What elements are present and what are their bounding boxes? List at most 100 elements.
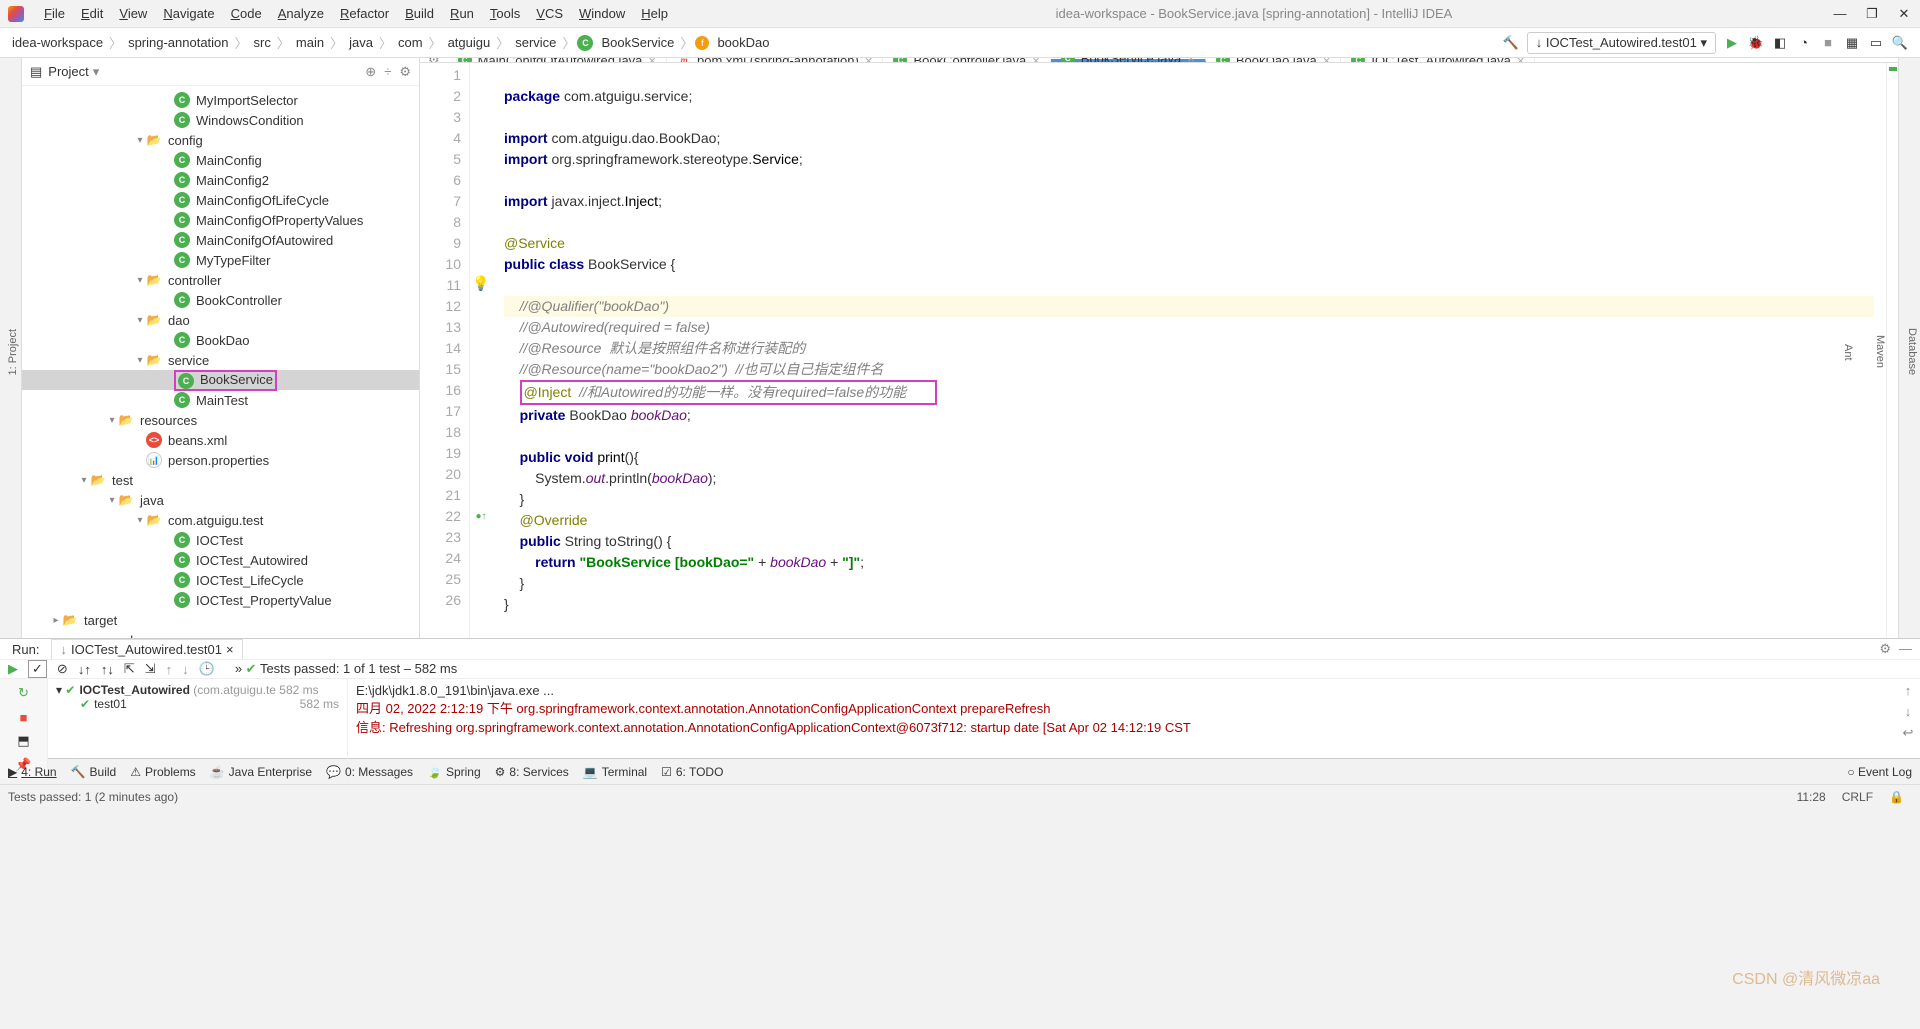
gear-icon[interactable]: ⚙ (399, 64, 411, 80)
bottom-tab[interactable]: ☑ 6: TODO (661, 765, 723, 779)
tree-item[interactable]: CIOCTest_LifeCycle (22, 570, 419, 590)
collapse2-icon[interactable]: ⇲ (145, 661, 156, 677)
reader-icon[interactable]: ▭ (1866, 33, 1886, 53)
rerun-icon[interactable]: ▶ (8, 661, 18, 677)
history-icon[interactable]: 🕒 (199, 661, 215, 677)
menu-vcs[interactable]: VCS (528, 6, 571, 21)
tree-item[interactable]: CMainTest (22, 390, 419, 410)
tree-item[interactable]: ▾service (22, 350, 419, 370)
menu-view[interactable]: View (111, 6, 155, 21)
tree-item[interactable]: CWindowsCondition (22, 110, 419, 130)
tree-item[interactable]: CIOCTest (22, 530, 419, 550)
tree-item[interactable]: CMainConfigOfLifeCycle (22, 190, 419, 210)
editor-tab[interactable]: CBookService.java× (1051, 58, 1206, 62)
soft-wrap-icon[interactable]: ↩ (1903, 725, 1914, 741)
coverage-icon[interactable]: ◧ (1770, 33, 1790, 53)
tab-database[interactable]: Database (1904, 322, 1920, 381)
stop-icon[interactable]: ■ (1818, 33, 1838, 53)
tree-item[interactable]: CMainConfig2 (22, 170, 419, 190)
bottom-tab[interactable]: ⚠ Problems (130, 765, 195, 779)
editor-tab[interactable]: CMainConifgOfAutowired.java× (448, 58, 667, 62)
show-passed-icon[interactable]: ⊘ (57, 661, 68, 677)
scroll-down-icon[interactable]: ↓ (1905, 704, 1912, 719)
breadcrumb-item[interactable]: java (345, 35, 377, 50)
tab-project[interactable]: 1: Project (5, 323, 21, 381)
tree-item[interactable]: CMainConfigOfPropertyValues (22, 210, 419, 230)
project-tree[interactable]: CMyImportSelectorCWindowsCondition▾confi… (22, 86, 419, 638)
toggle-auto-icon[interactable]: ✓ (28, 660, 47, 678)
profile-icon[interactable]: ◔ (1794, 33, 1814, 53)
close-icon[interactable]: ✕ (1896, 6, 1912, 22)
scroll-up-icon[interactable]: ↑ (1905, 683, 1912, 698)
menu-edit[interactable]: Edit (73, 6, 111, 21)
sort-icon[interactable]: ↓↑ (78, 662, 91, 677)
bulb-icon[interactable]: 💡 (472, 275, 489, 291)
tab-gear-icon[interactable]: ⚙ (420, 58, 448, 62)
run-icon[interactable]: ▶ (1722, 33, 1742, 53)
minimize-icon[interactable]: — (1832, 6, 1848, 22)
breadcrumb-item[interactable]: idea-workspace (8, 35, 107, 50)
collapse-icon[interactable]: ÷ (384, 64, 391, 80)
next-icon[interactable]: ↓ (182, 662, 189, 677)
menu-file[interactable]: File (36, 6, 73, 21)
dump-icon[interactable]: ⬒ (14, 731, 34, 751)
run-gear-icon[interactable]: ⚙ (1879, 641, 1891, 657)
breadcrumb-item[interactable]: com (394, 35, 427, 50)
close-icon[interactable]: × (226, 642, 234, 657)
rerun2-icon[interactable]: ↻ (14, 683, 34, 703)
editor-tab[interactable]: CBookDao.java× (1206, 58, 1342, 62)
run-hide-icon[interactable]: — (1899, 641, 1912, 657)
stop2-icon[interactable]: ■ (14, 707, 34, 727)
tree-item[interactable]: ▾controller (22, 270, 419, 290)
bottom-tab[interactable]: 🍃 Spring (427, 765, 481, 779)
menu-build[interactable]: Build (397, 6, 442, 21)
layout-icon[interactable]: ▦ (1842, 33, 1862, 53)
expand-icon[interactable]: ⇱ (124, 661, 135, 677)
tree-item[interactable]: CBookDao (22, 330, 419, 350)
tree-item[interactable]: ▾test (22, 470, 419, 490)
sort2-icon[interactable]: ↑↓ (101, 662, 114, 677)
menu-navigate[interactable]: Navigate (155, 6, 222, 21)
tree-item[interactable]: CIOCTest_Autowired (22, 550, 419, 570)
tree-item[interactable]: ▾resources (22, 410, 419, 430)
menu-window[interactable]: Window (571, 6, 633, 21)
build-icon[interactable]: 🔨 (1501, 33, 1521, 53)
tree-item[interactable]: mpom.xml (22, 630, 419, 638)
menu-refactor[interactable]: Refactor (332, 6, 397, 21)
tree-item[interactable]: CMyImportSelector (22, 90, 419, 110)
menu-analyze[interactable]: Analyze (270, 6, 332, 21)
menu-tools[interactable]: Tools (482, 6, 528, 21)
error-stripe[interactable] (1886, 63, 1898, 638)
event-log[interactable]: ○ Event Log (1847, 765, 1912, 779)
debug-icon[interactable]: 🐞 (1746, 33, 1766, 53)
tree-item[interactable]: ▾dao (22, 310, 419, 330)
tree-item[interactable]: 📊person.properties (22, 450, 419, 470)
breadcrumb-item[interactable]: service (511, 35, 560, 50)
bottom-tab[interactable]: 💻 Terminal (583, 765, 647, 779)
bottom-tab[interactable]: 🔨 Build (71, 765, 117, 779)
tree-item[interactable]: CMyTypeFilter (22, 250, 419, 270)
tree-item[interactable]: <>beans.xml (22, 430, 419, 450)
breadcrumb-item[interactable]: bookDao (713, 35, 773, 50)
breadcrumb-item[interactable]: src (250, 35, 275, 50)
tree-item[interactable]: CMainConifgOfAutowired (22, 230, 419, 250)
editor-tab[interactable]: mpom.xml (spring-annotation)× (667, 58, 883, 62)
breadcrumb-item[interactable]: BookService (597, 35, 678, 50)
tree-item[interactable]: CBookService (22, 370, 419, 390)
tree-item[interactable]: ▾config (22, 130, 419, 150)
tree-item[interactable]: CMainConfig (22, 150, 419, 170)
tree-item[interactable]: ▸target (22, 610, 419, 630)
override-icon[interactable]: ●↑ (475, 511, 486, 522)
tree-item[interactable]: ▾java (22, 490, 419, 510)
run-tab[interactable]: ↓IOCTest_Autowired.test01× (51, 639, 242, 659)
bottom-tab[interactable]: ▶ 4: Run (8, 765, 57, 779)
editor-tab[interactable]: CBookController.java× (883, 58, 1050, 62)
status-lock-icon[interactable]: 🔒 (1881, 790, 1912, 804)
menu-help[interactable]: Help (633, 6, 676, 21)
breadcrumb-item[interactable]: main (292, 35, 328, 50)
bottom-tab[interactable]: ⚙ 8: Services (495, 765, 569, 779)
breadcrumb-item[interactable]: spring-annotation (124, 35, 232, 50)
bottom-tab[interactable]: ☕ Java Enterprise (210, 765, 312, 779)
run-config-select[interactable]: ↓ IOCTest_Autowired.test01 ▾ (1527, 32, 1716, 54)
prev-icon[interactable]: ↑ (166, 662, 173, 677)
